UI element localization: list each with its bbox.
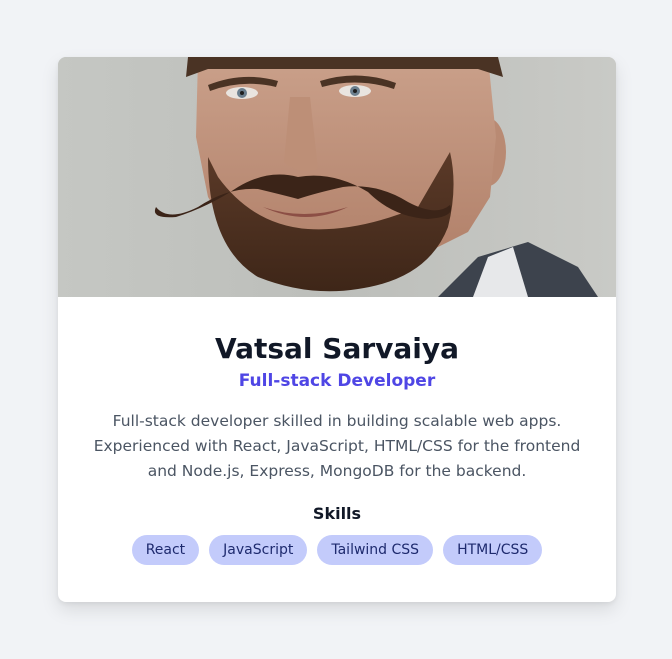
skill-tag-html-css[interactable]: HTML/CSS [443,535,543,565]
profile-bio: Full-stack developer skilled in building… [93,412,581,480]
skills-list: React JavaScript Tailwind CSS HTML/CSS [58,535,616,565]
profile-role: Full-stack Developer [238,371,436,391]
profile-name: Vatsal Sarvaiya [214,332,460,365]
profile-photo [58,57,616,297]
profile-card: Vatsal Sarvaiya Full-stack Developer Ful… [58,57,616,602]
skills-heading: Skills [312,504,362,523]
skill-tag-tailwind-css[interactable]: Tailwind CSS [317,535,434,565]
profile-body: Vatsal Sarvaiya Full-stack Developer Ful… [58,297,616,565]
skill-tag-javascript[interactable]: JavaScript [209,535,308,565]
skill-tag-react[interactable]: React [131,535,200,565]
